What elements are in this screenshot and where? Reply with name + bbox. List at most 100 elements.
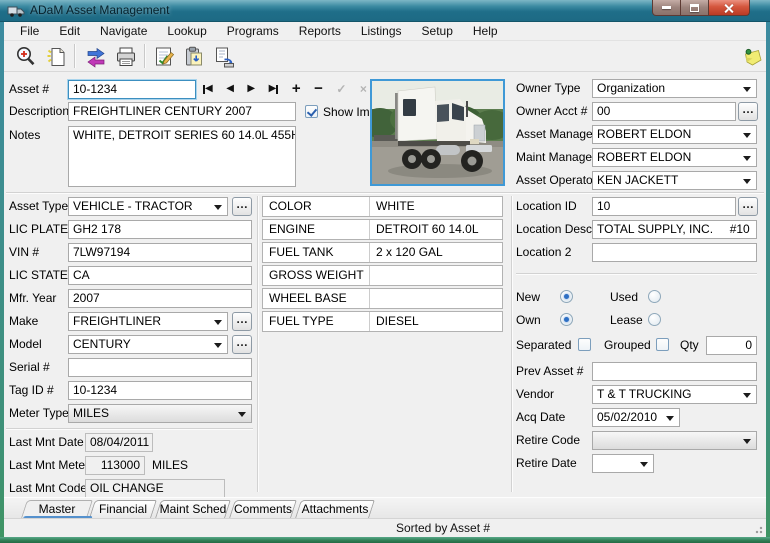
lic-state-label: LIC STATE xyxy=(9,268,68,282)
menu-help[interactable]: Help xyxy=(463,22,508,40)
new-radio[interactable] xyxy=(560,290,573,303)
last-mnt-meter-field: 113000 xyxy=(85,456,145,475)
model-lookup-button[interactable]: … xyxy=(232,335,252,354)
owner-acct-field[interactable]: 00 xyxy=(592,102,736,121)
spec-row-color[interactable]: COLOR WHITE xyxy=(262,196,503,217)
make-combo[interactable]: FREIGHTLINER xyxy=(68,312,228,331)
model-combo[interactable]: CENTURY xyxy=(68,335,228,354)
spec-row-engine[interactable]: ENGINE DETROIT 60 14.0L xyxy=(262,219,503,240)
nav-insert-button[interactable]: + xyxy=(292,80,301,98)
separated-checkbox[interactable] xyxy=(578,338,591,351)
asset-photo xyxy=(362,79,512,186)
zoom-button[interactable] xyxy=(12,43,40,70)
menu-programs[interactable]: Programs xyxy=(217,22,289,40)
location-id-field[interactable]: 10 xyxy=(592,197,736,216)
edit-form-button[interactable] xyxy=(150,43,178,70)
tag-id-field[interactable]: 10-1234 xyxy=(68,381,252,400)
acq-date-label: Acq Date xyxy=(516,410,566,424)
lease-radio-label: Lease xyxy=(610,313,643,327)
print-button[interactable] xyxy=(112,43,140,70)
nav-last-button[interactable]: ▶ xyxy=(269,80,279,98)
menu-lookup[interactable]: Lookup xyxy=(157,22,216,40)
dropdown-arrow-icon xyxy=(743,439,751,444)
toolbar-separator xyxy=(144,44,145,68)
lic-plate-field[interactable]: GH2 178 xyxy=(68,220,252,239)
column-separator xyxy=(257,196,258,492)
acq-date-combo[interactable]: 05/02/2010 xyxy=(592,408,680,427)
mfr-year-field[interactable]: 2007 xyxy=(68,289,252,308)
qty-field[interactable]: 0 xyxy=(706,336,757,355)
asset-manager-combo[interactable]: ROBERT ELDON xyxy=(592,125,757,144)
spec-row-gross-weight[interactable]: GROSS WEIGHT xyxy=(262,265,503,286)
asset-type-lookup-button[interactable]: … xyxy=(232,197,252,216)
asset-operator-combo[interactable]: KEN JACKETT xyxy=(592,171,757,190)
menu-edit[interactable]: Edit xyxy=(49,22,90,40)
resize-grip[interactable] xyxy=(753,524,763,534)
nav-next-button[interactable]: ▶ xyxy=(247,80,255,98)
close-button[interactable] xyxy=(708,0,750,16)
menu-bar: File Edit Navigate Lookup Programs Repor… xyxy=(4,22,766,41)
tab-financial[interactable]: Financial xyxy=(89,500,157,518)
spec-row-fuel-tank[interactable]: FUEL TANK 2 x 120 GAL xyxy=(262,242,503,263)
last-mnt-date-label: Last Mnt Date xyxy=(9,435,84,449)
meter-type-label: Meter Type xyxy=(9,406,69,420)
nav-post-button[interactable]: ✓ xyxy=(336,80,346,98)
menu-navigate[interactable]: Navigate xyxy=(90,22,157,40)
maximize-button[interactable] xyxy=(681,0,708,16)
new-radio-label: New xyxy=(516,290,541,304)
new-record-button[interactable] xyxy=(42,43,70,70)
sticky-note-button[interactable] xyxy=(738,43,766,70)
location-desc-field[interactable]: TOTAL SUPPLY, INC. #10 xyxy=(592,220,757,239)
show-img-checkbox[interactable] xyxy=(305,105,318,118)
own-radio[interactable] xyxy=(560,313,573,326)
location-id-lookup-button[interactable]: … xyxy=(738,197,758,216)
transfer-button[interactable] xyxy=(82,43,110,70)
owner-type-combo[interactable]: Organization xyxy=(592,79,757,98)
nav-delete-button[interactable]: − xyxy=(314,80,323,98)
maint-manager-label: Maint Manager xyxy=(516,150,597,164)
prev-asset-field[interactable] xyxy=(592,362,757,381)
menu-setup[interactable]: Setup xyxy=(412,22,463,40)
app-window: ADaM Asset Management File Edit Navigate… xyxy=(0,0,770,543)
retire-date-combo[interactable] xyxy=(592,454,654,473)
used-radio[interactable] xyxy=(648,290,661,303)
notes-field[interactable]: WHITE, DETROIT SERIES 60 14.0L 455HP xyxy=(68,126,296,187)
spec-row-wheel-base[interactable]: WHEEL BASE xyxy=(262,288,503,309)
lic-state-field[interactable]: CA xyxy=(68,266,252,285)
tab-attachments[interactable]: Attachments xyxy=(295,500,375,518)
retire-code-combo[interactable] xyxy=(592,431,757,450)
vin-field[interactable]: 7LW97194 xyxy=(68,243,252,262)
minimize-button[interactable] xyxy=(652,0,681,16)
asset-type-combo[interactable]: VEHICLE - TRACTOR xyxy=(68,197,228,216)
menu-reports[interactable]: Reports xyxy=(289,22,351,40)
last-mnt-meter-label: Last Mnt Meter xyxy=(9,458,90,472)
titlebar[interactable]: ADaM Asset Management xyxy=(0,0,770,22)
serial-field[interactable] xyxy=(68,358,252,377)
grouped-checkbox[interactable] xyxy=(656,338,669,351)
maint-manager-combo[interactable]: ROBERT ELDON xyxy=(592,148,757,167)
nav-prev-button[interactable]: ◀ xyxy=(226,80,234,98)
owner-acct-lookup-button[interactable]: … xyxy=(738,102,758,121)
location-2-field[interactable] xyxy=(592,243,757,262)
section-separator xyxy=(6,192,764,193)
lease-radio[interactable] xyxy=(648,313,661,326)
tab-comments[interactable]: Comments xyxy=(229,500,297,518)
qty-label: Qty xyxy=(680,338,699,352)
meter-type-combo[interactable]: MILES xyxy=(68,404,252,423)
nav-cancel-button[interactable]: × xyxy=(360,80,367,98)
asset-number-field[interactable]: 10-1234 xyxy=(68,80,196,99)
nav-first-button[interactable]: ◀ xyxy=(203,80,213,98)
menu-listings[interactable]: Listings xyxy=(351,22,412,40)
vendor-combo[interactable]: T & T TRUCKING xyxy=(592,385,757,404)
menu-file[interactable]: File xyxy=(10,22,49,40)
spec-row-fuel-type[interactable]: FUEL TYPE DIESEL xyxy=(262,311,503,332)
serial-label: Serial # xyxy=(9,360,50,374)
mfr-year-label: Mfr. Year xyxy=(9,291,57,305)
tab-maint-sched[interactable]: Maint Sched xyxy=(155,500,231,518)
paste-button[interactable] xyxy=(180,43,208,70)
export-button[interactable] xyxy=(210,43,238,70)
export-icon xyxy=(216,47,234,67)
last-mnt-code-label: Last Mnt Code xyxy=(9,481,88,495)
description-field[interactable]: FREIGHTLINER CENTURY 2007 xyxy=(68,102,296,121)
make-lookup-button[interactable]: … xyxy=(232,312,252,331)
